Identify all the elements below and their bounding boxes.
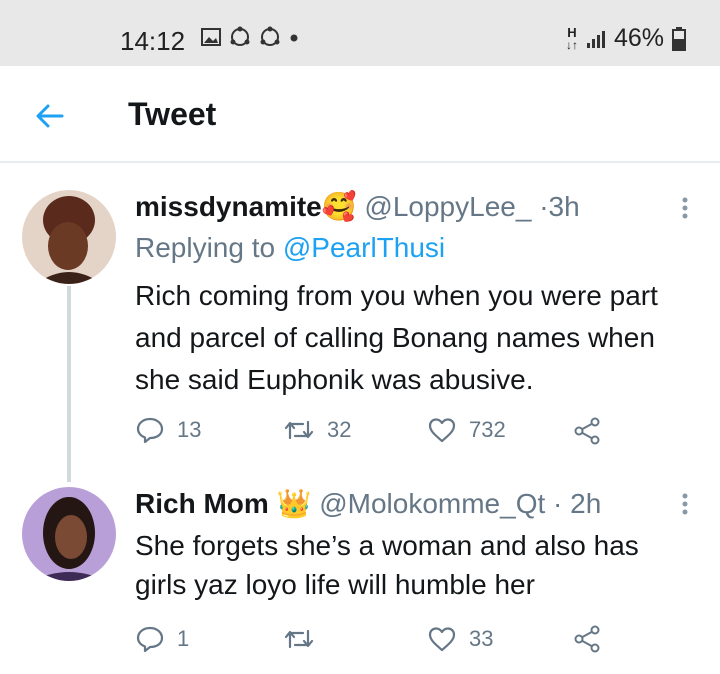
tweet-text-line: girls yaz loyo life will humble her <box>135 569 535 600</box>
retweet-button[interactable] <box>283 625 327 653</box>
tweet-text-line: Rich coming from you when you were part <box>135 280 658 311</box>
tweet-time: 3h <box>548 191 580 222</box>
like-count: 33 <box>469 626 494 651</box>
separator-dot: · <box>553 488 563 519</box>
network-type-icon: H ↓↑ <box>565 24 578 52</box>
page-title: Tweet <box>128 96 217 132</box>
more-options-button[interactable] <box>676 194 694 224</box>
share-icon <box>574 417 600 445</box>
notification-icons <box>200 26 300 48</box>
reply-mention[interactable]: @PearlThusi <box>283 232 445 263</box>
share-icon <box>574 625 600 653</box>
user-handle[interactable]: @LoppyLee_ <box>364 191 531 222</box>
like-button[interactable]: 33 <box>427 625 493 653</box>
avatar[interactable] <box>22 487 116 581</box>
share-button[interactable] <box>572 624 602 654</box>
retweet-count: 32 <box>327 417 352 442</box>
signal-icon <box>586 30 605 48</box>
like-icon <box>428 627 456 652</box>
display-name[interactable]: Rich Mom <box>135 488 269 519</box>
status-bar: 14:12 H ↓↑ 46% <box>0 0 720 66</box>
tweet-text-line: she said Euphonik was abusive. <box>135 364 534 395</box>
app-bar <box>0 66 720 162</box>
tweet-text-line: She forgets she’s a woman and also has <box>135 530 639 561</box>
reply-button[interactable]: 1 <box>135 625 189 653</box>
replying-to-label: Replying to <box>135 232 283 263</box>
sync-notification-icon <box>230 26 250 46</box>
smiling-hearts-emoji: 🥰 <box>321 191 357 222</box>
more-icon <box>682 197 688 219</box>
like-icon <box>428 418 456 443</box>
reply-count: 1 <box>177 626 190 651</box>
header-divider <box>0 161 720 163</box>
dot-indicator-icon <box>290 34 298 42</box>
user-handle[interactable]: @Molokomme_Qt <box>319 488 545 519</box>
avatar[interactable] <box>22 190 116 284</box>
status-time: 14:12 <box>120 26 186 56</box>
thread-line <box>67 286 71 482</box>
like-count: 732 <box>469 417 506 442</box>
reply-button[interactable]: 13 <box>135 416 201 444</box>
retweet-button[interactable]: 32 <box>283 416 351 444</box>
display-name[interactable]: missdynamite <box>135 191 322 222</box>
more-icon <box>682 493 688 515</box>
share-button[interactable] <box>572 416 602 446</box>
like-button[interactable]: 732 <box>427 416 506 444</box>
replying-to-line: Replying to @PearlThusi <box>135 232 445 264</box>
battery-percent: 46% <box>613 24 664 52</box>
tweet-text-line: and parcel of calling Bonang names when <box>135 322 655 353</box>
separator-dot: · <box>539 191 549 222</box>
sync-notification-icon-2 <box>260 26 280 46</box>
retweet-icon <box>284 420 314 440</box>
reply-icon <box>136 417 164 444</box>
back-button[interactable] <box>34 100 66 132</box>
tweet-time: 2h <box>570 488 602 519</box>
more-options-button[interactable] <box>676 490 694 520</box>
battery-icon <box>672 26 686 51</box>
back-arrow-icon <box>36 104 64 128</box>
status-right: H ↓↑ 46% <box>566 24 686 53</box>
crown-emoji: 👑 <box>276 488 312 519</box>
tweet-header: Rich Mom 👑 @Molokomme_Qt · 2h <box>135 487 601 520</box>
retweet-icon <box>284 629 314 649</box>
reply-icon <box>136 626 164 653</box>
tweet-header: missdynamite🥰 @LoppyLee_ ·3h <box>135 190 580 223</box>
reply-count: 13 <box>177 417 202 442</box>
gallery-notification-icon <box>201 28 221 46</box>
